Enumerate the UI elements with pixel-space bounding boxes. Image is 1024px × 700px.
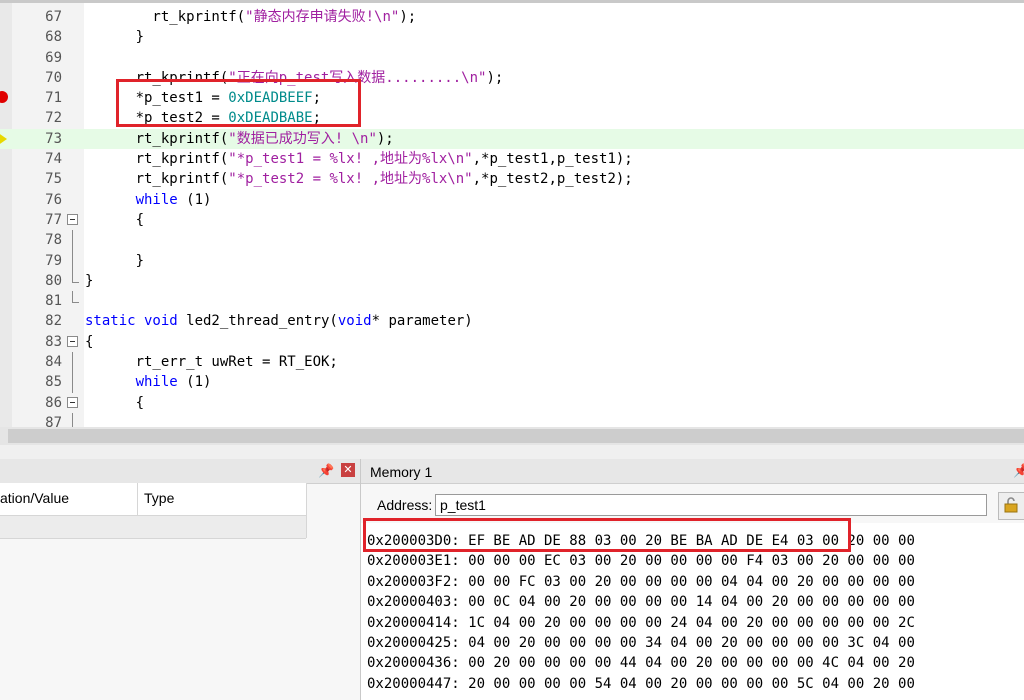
- code-text: }: [85, 252, 145, 269]
- code-line-76[interactable]: 76 while (1): [0, 190, 1024, 210]
- line-number: 82: [45, 313, 62, 330]
- memory-row[interactable]: 0x20000436: 00 20 00 00 00 00 44 04 00 2…: [367, 653, 915, 674]
- line-number: 86: [45, 394, 62, 411]
- code-line-82[interactable]: 82 static void led2_thread_entry(void* pa…: [0, 311, 1024, 331]
- fold-guide: [67, 291, 79, 311]
- memory-panel-titlebar: Memory 1 📌: [361, 459, 1024, 484]
- code-line-77[interactable]: 77 {: [0, 210, 1024, 230]
- highlight-box-memory-bytes: [363, 518, 851, 552]
- code-line-87[interactable]: 87: [0, 412, 1024, 427]
- line-number: 87: [45, 414, 62, 427]
- code-line-67[interactable]: 67 rt_kprintf("静态内存申请失败!\n");: [0, 7, 1024, 27]
- code-line-79[interactable]: 79 }: [0, 250, 1024, 271]
- code-text: while (1): [135, 191, 212, 208]
- line-number: 70: [45, 69, 62, 86]
- line-number: 67: [45, 9, 62, 25]
- line-number: 84: [45, 354, 62, 371]
- line-number: 73: [45, 130, 62, 147]
- lock-button[interactable]: [998, 492, 1024, 520]
- address-label: Address:: [377, 497, 433, 513]
- code-text: while (1): [135, 374, 212, 391]
- fold-guide: [67, 352, 79, 373]
- fold-guide: [67, 412, 79, 427]
- line-number: 71: [45, 90, 62, 107]
- code-text: static void led2_thread_entry(void* para…: [85, 313, 473, 330]
- watch-panel: 📌 ✕ ation/Value Type: [0, 459, 361, 700]
- line-number: 77: [45, 211, 62, 228]
- close-icon[interactable]: ✕: [341, 463, 355, 477]
- fold-toggle-icon[interactable]: [67, 332, 79, 352]
- column-divider-right: [306, 483, 307, 538]
- code-line-69[interactable]: 69: [0, 48, 1024, 68]
- memory-panel-title: Memory 1: [370, 464, 433, 480]
- code-editor[interactable]: 67 rt_kprintf("静态内存申请失败!\n"); 68 } 69 70 rt…: [0, 0, 1024, 427]
- code-line-74[interactable]: 74 rt_kprintf("*p_test1 = %lx! ,地址为%lx\n…: [0, 149, 1024, 169]
- code-text: rt_kprintf("数据已成功写入! \n");: [85, 130, 394, 147]
- watch-row-empty[interactable]: [0, 516, 306, 539]
- lock-icon: [1004, 497, 1018, 513]
- address-input[interactable]: [435, 494, 987, 516]
- code-lines: 67 rt_kprintf("静态内存申请失败!\n"); 68 } 69 70 rt…: [0, 7, 1024, 427]
- fold-toggle-icon[interactable]: [67, 210, 79, 230]
- memory-row[interactable]: 0x20000447: 20 00 00 00 00 54 04 00 20 0…: [367, 674, 915, 695]
- line-number: 72: [45, 110, 62, 127]
- code-line-68[interactable]: 68 }: [0, 27, 1024, 47]
- code-text: rt_kprintf("*p_test1 = %lx! ,地址为%lx\n",*…: [85, 151, 633, 168]
- line-number: 79: [45, 252, 62, 269]
- scrollbar-thumb[interactable]: [8, 429, 1024, 443]
- code-line-81[interactable]: 81: [0, 291, 1024, 311]
- watch-header-row: ation/Value Type: [0, 483, 306, 516]
- column-header-type[interactable]: Type: [144, 490, 174, 506]
- editor-top-border: [0, 0, 1024, 3]
- highlight-box-assignments: [116, 79, 361, 127]
- code-text: {: [85, 394, 145, 411]
- fold-guide: [67, 372, 79, 393]
- code-line-78[interactable]: 78: [0, 230, 1024, 251]
- line-number: 83: [45, 333, 62, 350]
- code-line-86[interactable]: 86 {: [0, 393, 1024, 413]
- code-text: }: [85, 29, 145, 46]
- code-text: rt_kprintf("静态内存申请失败!\n");: [85, 9, 417, 25]
- fold-toggle-icon[interactable]: [67, 393, 79, 413]
- memory-row[interactable]: 0x20000425: 04 00 20 00 00 00 00 34 04 0…: [367, 633, 915, 654]
- watch-panel-titlebar: 📌 ✕: [0, 459, 360, 484]
- memory-row[interactable]: 0x20000414: 1C 04 00 20 00 00 00 00 24 0…: [367, 613, 915, 634]
- code-text: rt_err_t uwRet = RT_EOK;: [85, 354, 338, 371]
- code-line-83[interactable]: 83 {: [0, 332, 1024, 352]
- memory-row[interactable]: 0x200003E1: 00 00 00 EC 03 00 20 00 00 0…: [367, 551, 915, 572]
- line-number: 75: [45, 171, 62, 188]
- code-text: rt_kprintf("*p_test2 = %lx! ,地址为%lx\n",*…: [85, 171, 633, 188]
- execution-pointer-icon: [0, 129, 7, 148]
- memory-row[interactable]: 0x20000403: 00 0C 04 00 20 00 00 00 00 1…: [367, 592, 915, 613]
- line-number: 74: [45, 151, 62, 168]
- line-number: 81: [45, 293, 62, 310]
- pin-icon[interactable]: 📌: [1013, 463, 1024, 479]
- fold-guide: [67, 230, 79, 251]
- column-header-location-value[interactable]: ation/Value: [0, 490, 69, 506]
- code-line-85[interactable]: 85 while (1): [0, 372, 1024, 393]
- memory-panel: Memory 1 📌 Address: 0x200003D0: EF BE AD…: [361, 459, 1024, 700]
- code-text: }: [85, 272, 94, 289]
- editor-horizontal-scrollbar[interactable]: [0, 427, 1024, 445]
- breakpoint-icon[interactable]: [0, 91, 8, 104]
- line-number: 69: [45, 49, 62, 66]
- code-line-84[interactable]: 84 rt_err_t uwRet = RT_EOK;: [0, 352, 1024, 373]
- pin-icon[interactable]: 📌: [318, 463, 334, 479]
- line-number: 78: [45, 232, 62, 249]
- line-number: 85: [45, 374, 62, 391]
- code-line-73[interactable]: 73 rt_kprintf("数据已成功写入! \n");: [0, 128, 1024, 150]
- fold-guide: [67, 250, 79, 271]
- code-text: {: [85, 333, 94, 350]
- memory-row[interactable]: 0x200003F2: 00 00 FC 03 00 20 00 00 00 0…: [367, 572, 915, 593]
- code-text: {: [85, 211, 145, 228]
- line-number: 76: [45, 191, 62, 208]
- line-number: 80: [45, 272, 62, 289]
- line-number: 68: [45, 29, 62, 46]
- code-line-80[interactable]: 80}: [0, 270, 1024, 291]
- code-line-75[interactable]: 75 rt_kprintf("*p_test2 = %lx! ,地址为%lx\n…: [0, 169, 1024, 189]
- fold-guide: [67, 270, 79, 291]
